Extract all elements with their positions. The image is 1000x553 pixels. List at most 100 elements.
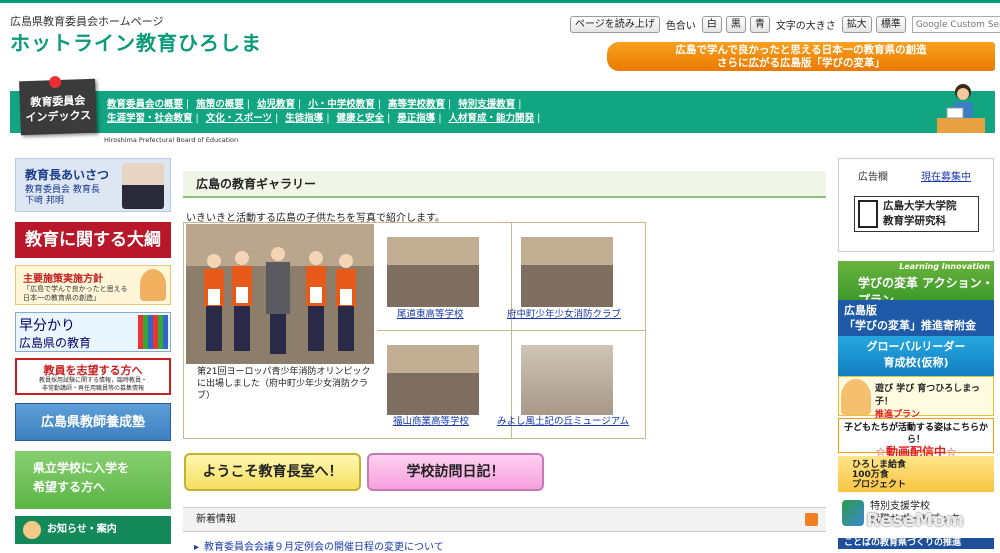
accessibility-toolbar: ページを読み上げ 色合い 白 黒 青 文字の大きさ 拡大 標準 検索 bbox=[570, 16, 1000, 33]
nav-link-culture[interactable]: 文化・スポーツ bbox=[206, 113, 272, 124]
support-logo-icon bbox=[842, 500, 864, 526]
nav-link-highschool[interactable]: 高等学校教育 bbox=[388, 99, 445, 110]
greeting-position: 教育委員会 教育長 bbox=[25, 185, 100, 195]
news-heading: 新着情報 bbox=[183, 507, 826, 532]
nav-link-special[interactable]: 特別支援教育 bbox=[458, 99, 515, 110]
global-leader-banner[interactable]: グローバルリーダー 育成校(仮称) bbox=[838, 336, 994, 376]
greeting-name: 下﨑 邦明 bbox=[25, 196, 64, 206]
school-visit-diary-button[interactable]: 学校訪問日記！ bbox=[367, 453, 544, 491]
search-input[interactable] bbox=[911, 16, 1000, 33]
gallery-main-photo[interactable] bbox=[186, 224, 374, 364]
gallery-grid-divider-v bbox=[511, 222, 512, 439]
nav-link-health[interactable]: 健康と安全 bbox=[337, 113, 385, 124]
notices-header[interactable]: お知らせ・案内 bbox=[15, 516, 171, 544]
slogan-line-1: 広島で学んで良かったと思える日本一の教育県の創造 bbox=[675, 44, 927, 56]
slogan-line-2: さらに広がる広島版「学びの変革」 bbox=[717, 57, 885, 69]
color-white-button[interactable]: 白 bbox=[701, 16, 722, 33]
child-illustration bbox=[841, 379, 871, 415]
nav-row-2: 生涯学習・社会教育 | 文化・スポーツ | 生徒指導 | 健康と安全 | 是正指導 | 人… bbox=[107, 113, 541, 124]
ad-hiroshima-univ[interactable]: 広島大学大学院 教育学研究科 bbox=[854, 196, 979, 232]
greeting-subtitle: 教育委員会 教育長 下﨑 邦明 bbox=[25, 185, 100, 207]
learning-innovation-tag: Learning Innovation bbox=[899, 262, 990, 271]
gallery-heading: 広島の教育ギャラリー bbox=[183, 171, 826, 198]
teacher-subtitle: 教員採用試験に関する情報，臨時教員・ 非常勤講師・再任用職員等の募集情報 bbox=[17, 377, 169, 393]
donation-banner[interactable]: 広島版 「学びの変革」推進寄附金 bbox=[838, 300, 994, 336]
color-blue-button[interactable]: 青 bbox=[749, 16, 770, 33]
notices-label: お知らせ・案内 bbox=[47, 524, 117, 535]
search-form: 検索 bbox=[911, 16, 1000, 33]
english-name: Hiroshima Prefectural Board of Education bbox=[104, 136, 239, 144]
learning-innovation-banner[interactable]: Learning Innovation 学びの変革 アクション・プラン bbox=[838, 261, 994, 307]
quick-guide-banner[interactable]: 早分かり 広島県の教育 bbox=[15, 312, 171, 352]
teacher-sub-2: 非常勤講師・再任用職員等の募集情報 bbox=[41, 385, 144, 392]
lunch-line-2: 100万食 bbox=[852, 470, 889, 480]
nav-row-1: 教育委員会の概要 | 施策の概要 | 幼児教育 | 小・中学校教育 | 高等学校教育 | … bbox=[107, 99, 522, 110]
nav-link-guidance[interactable]: 生徒指導 bbox=[285, 113, 323, 124]
policy-subtitle: 「広島で学んで良かったと思える 日本一の教育県の創造」 bbox=[23, 285, 127, 303]
policy-banner[interactable]: 主要施策実施方針 「広島で学んで良かったと思える 日本一の教育県の創造」 bbox=[15, 265, 171, 305]
welcome-superintendent-button[interactable]: ようこそ教育長室へ！ bbox=[184, 453, 361, 491]
nav-link-preschool[interactable]: 幼児教育 bbox=[257, 99, 295, 110]
news-item[interactable]: ▸ 教育委員会会議９月定例会の開催日程の変更について bbox=[194, 538, 444, 553]
board-index-tab[interactable]: 教育委員会 インデックス bbox=[19, 75, 97, 136]
gallery-link-miyoshi[interactable]: みよし風土記の丘ミュージアム bbox=[497, 413, 629, 427]
school-lunch-banner[interactable]: ひろしま給食 100万食 プロジェクト bbox=[838, 456, 994, 492]
gallery-thumb-fuchu[interactable] bbox=[521, 237, 613, 307]
play-learn-line-1: 遊び 学び 育つひろしまっ子！ bbox=[875, 384, 980, 407]
rss-icon[interactable] bbox=[805, 513, 818, 526]
video-line-1: 子どもたちが活動する姿はこちらから！ bbox=[843, 423, 988, 445]
ad-recruiting-link[interactable]: 現在募集中 bbox=[921, 168, 971, 183]
color-label: 色合い bbox=[665, 21, 696, 32]
nav-link-overview[interactable]: 教育委員会の概要 bbox=[107, 99, 183, 110]
gallery-link-onomichi[interactable]: 尾道東高等学校 bbox=[397, 306, 464, 320]
greeting-title: 教育長あいさつ bbox=[25, 168, 110, 182]
top-accent-line bbox=[0, 0, 1000, 3]
admission-line-2: 希望する方へ bbox=[33, 480, 106, 494]
nav-link-correction[interactable]: 是正指導 bbox=[397, 113, 435, 124]
index-tab-line-2: インデックス bbox=[25, 108, 92, 125]
gallery-thumb-miyoshi[interactable] bbox=[521, 345, 613, 415]
gallery-link-fukuyama[interactable]: 福山商業高等学校 bbox=[393, 413, 469, 427]
play-learn-grow-banner[interactable]: 遊び 学び 育つひろしまっ子！ 推進プラン bbox=[838, 376, 994, 420]
nav-link-policy[interactable]: 施策の概要 bbox=[196, 99, 244, 110]
ad-line-2: 教育学研究科 bbox=[883, 215, 946, 227]
slogan-banner[interactable]: 広島で学んで良かったと思える日本一の教育県の創造 さらに広がる広島版「学びの変革… bbox=[607, 42, 995, 71]
font-size-large-button[interactable]: 拡大 bbox=[841, 16, 872, 33]
video-stream-banner[interactable]: 子どもたちが活動する姿はこちらから！ ☆動画配信中☆ bbox=[838, 418, 994, 458]
policy-sub-1: 「広島で学んで良かったと思える bbox=[23, 285, 128, 293]
donation-line-1: 広島版 bbox=[844, 304, 877, 317]
site-title-logo[interactable]: ホットライン教育ひろしま bbox=[10, 27, 262, 56]
font-size-standard-button[interactable]: 標準 bbox=[875, 16, 906, 33]
nav-link-lifelong[interactable]: 生涯学習・社会教育 bbox=[107, 113, 193, 124]
quick-guide-line-1: 早分かり bbox=[19, 318, 75, 334]
watermark-logo: ReseMom bbox=[866, 510, 965, 531]
lunch-line-3: プロジェクト bbox=[852, 480, 907, 490]
teacher-title: 教員を志望する方へ bbox=[43, 364, 143, 377]
language-education-banner[interactable]: ことばの教育県づくりの推進 bbox=[838, 538, 994, 549]
teacher-training-banner[interactable]: 広島県教師養成塾 bbox=[15, 403, 171, 441]
gallery-main-caption: 第21回ヨーロッパ青少年消防オリンピックに出場しました（府中町少年少女消防クラブ… bbox=[197, 367, 371, 401]
lunch-line-1: ひろしま給食 bbox=[852, 460, 907, 470]
ad-label: 広告欄 bbox=[858, 172, 888, 183]
teacher-applicant-banner[interactable]: 教員を志望する方へ 教員採用試験に関する情報，臨時教員・ 非常勤講師・再任用職員… bbox=[15, 358, 171, 395]
superintendent-greeting-banner[interactable]: 教育長あいさつ 教育委員会 教育長 下﨑 邦明 bbox=[15, 158, 171, 212]
gallery-thumb-fukuyama[interactable] bbox=[387, 345, 479, 415]
nav-link-elementary[interactable]: 小・中学校教育 bbox=[308, 99, 375, 110]
gallery-thumb-onomichi[interactable] bbox=[387, 237, 479, 307]
gallery-link-fuchu[interactable]: 府中町少年少女消防クラブ bbox=[507, 306, 621, 320]
pencils-icon bbox=[138, 315, 168, 349]
font-size-label: 文字の大きさ bbox=[775, 21, 836, 32]
read-aloud-button[interactable]: ページを読み上げ bbox=[570, 16, 660, 33]
nav-link-hr[interactable]: 人材育成・能力開発 bbox=[449, 113, 535, 124]
child-illustration bbox=[140, 269, 166, 301]
superintendent-photo bbox=[122, 163, 164, 209]
donation-line-2: 「学びの変革」推進寄附金 bbox=[844, 319, 976, 332]
arrow-right-icon: ▸ bbox=[194, 542, 200, 553]
color-black-button[interactable]: 黒 bbox=[725, 16, 746, 33]
prefectural-school-admission-banner[interactable]: 県立学校に入学を 希望する方へ bbox=[15, 451, 171, 509]
education-outline-banner[interactable]: 教育に関する大綱 bbox=[15, 222, 171, 258]
admission-line-1: 県立学校に入学を bbox=[33, 461, 130, 475]
ad-line-1: 広島大学大学院 bbox=[883, 200, 957, 212]
global-leader-line-2: 育成校(仮称) bbox=[883, 356, 949, 369]
policy-sub-2: 日本一の教育県の創造」 bbox=[23, 294, 100, 302]
